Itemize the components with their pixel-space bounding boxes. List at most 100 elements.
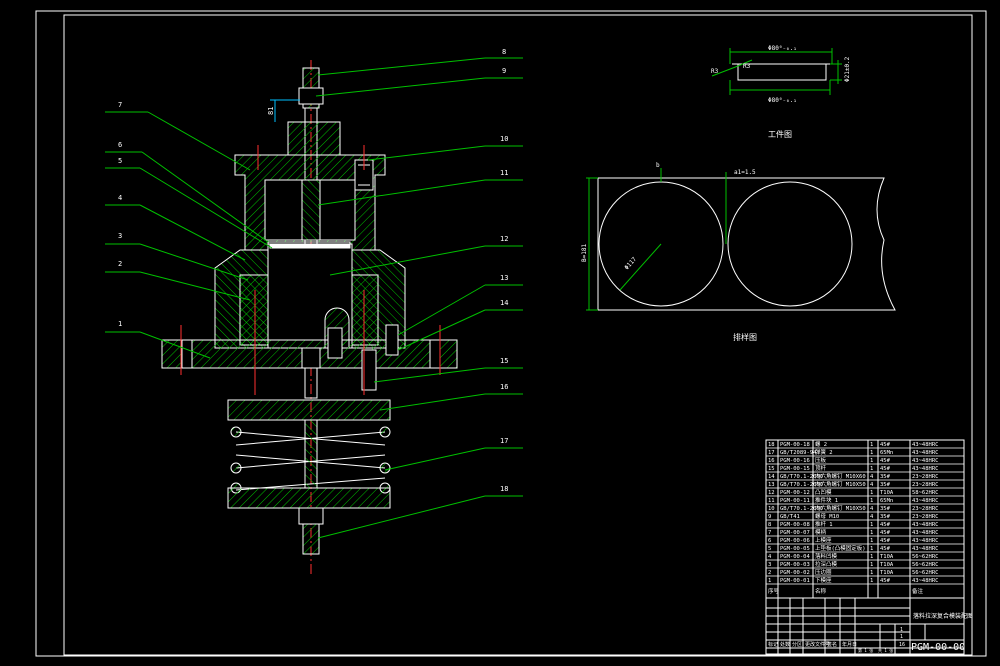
- bom-cell: 7: [768, 530, 771, 536]
- bom-cell: 10: [768, 506, 775, 512]
- bom-cell: 1: [870, 538, 873, 544]
- bom-cell: 43~48HRC: [912, 442, 939, 448]
- dim-81-text: 81: [267, 107, 275, 115]
- callout-4: 4: [118, 194, 122, 202]
- bom-cell: 43~48HRC: [912, 578, 939, 584]
- bom-header-cell: 名称: [815, 587, 827, 595]
- bom-cell: 1: [870, 570, 873, 576]
- bom-cell: 15: [768, 466, 775, 472]
- bom-cell: T10A: [880, 562, 894, 568]
- bom-cell: PGM-00-03: [780, 562, 810, 568]
- tb-label-1: 标记: [768, 641, 778, 648]
- bom-cell: 1: [870, 578, 873, 584]
- bom-cell: 压边圈: [815, 568, 832, 576]
- callout-2: 2: [118, 260, 122, 268]
- bom-cell: 螺 2: [815, 440, 827, 448]
- callout-14: 14: [500, 299, 508, 307]
- bom-cell: 1: [870, 466, 873, 472]
- bom-cell: 4: [870, 506, 874, 512]
- bom-cell: 45#: [880, 442, 891, 448]
- bom-cell: 落料凹模: [815, 552, 838, 560]
- bom-cell: PGM-00-18: [780, 442, 810, 448]
- bom-cell: 凸凹模: [815, 488, 832, 496]
- bom-cell: T10A: [880, 490, 894, 496]
- bom-cell: 35#: [880, 506, 891, 512]
- callout-18: 18: [500, 485, 508, 493]
- callout-3: 3: [118, 232, 122, 240]
- bom-cell: 1: [768, 578, 771, 584]
- title-block-title: 落料拉深复合模装配图: [913, 612, 973, 620]
- bom-cell: PGM-00-11: [780, 498, 810, 504]
- bom-cell: 43~48HRC: [912, 498, 939, 504]
- bom-cell: GB/T41: [780, 514, 800, 520]
- bom-cell: 18: [768, 442, 775, 448]
- bom-cell: 56~62HRC: [912, 554, 939, 560]
- bom-cell: 8: [768, 522, 771, 528]
- bom-cell: 45#: [880, 522, 891, 528]
- wp-dim-bot: Φ80⁰₋₀.₁: [768, 97, 797, 104]
- strip-dim-gap: a1=1.5: [734, 169, 756, 176]
- bom-cell: 16: [768, 458, 775, 464]
- bom-cell: 35#: [880, 514, 891, 520]
- bom-cell: 拉深凸模: [815, 560, 838, 568]
- bom-cell: 45#: [880, 530, 891, 536]
- title-block-scale: 1: [900, 627, 903, 633]
- bom-cell: 23~28HRC: [912, 506, 939, 512]
- outer-border: [35, 10, 987, 657]
- tb-label-3: 分区: [792, 641, 802, 648]
- bom-cell: 43~48HRC: [912, 530, 939, 536]
- bom-cell: PGM-00-04: [780, 554, 810, 560]
- bom-cell: 1: [870, 546, 873, 552]
- tb-label-5: 签名: [827, 641, 837, 648]
- bom-cell: 内六角螺钉 M10X50: [815, 480, 866, 488]
- bom-cell: 65Mn: [880, 498, 893, 504]
- bom-cell: 43~48HRC: [912, 522, 939, 528]
- bom-cell: 1: [870, 498, 873, 504]
- bom-cell: 43~48HRC: [912, 450, 939, 456]
- bom-cell: 23~28HRC: [912, 482, 939, 488]
- bom-cell: 1: [870, 490, 873, 496]
- tb-label-6: 年月日: [842, 641, 857, 648]
- bom-cell: 4: [768, 554, 772, 560]
- bom-cell: 58~62HRC: [912, 490, 939, 496]
- bom-cell: PGM-00-02: [780, 570, 810, 576]
- bom-rows: 18 PGM-00-18 螺 2 1 45# 43~48HRC17 GB/T2089-94弹…: [766, 440, 964, 595]
- strip-dim-w: B=181: [581, 244, 588, 262]
- bom-cell: 43~48HRC: [912, 546, 939, 552]
- bom-cell: 45#: [880, 546, 891, 552]
- bom-cell: 内六角螺钉 M10X50: [815, 504, 866, 512]
- callout-15: 15: [500, 357, 508, 365]
- bom-cell: 43~48HRC: [912, 538, 939, 544]
- tb-footer-2: 共 1 张: [878, 647, 893, 653]
- bom-cell: 14: [768, 474, 775, 480]
- callout-10: 10: [500, 135, 508, 143]
- bom-cell: 4: [870, 482, 874, 488]
- bom-cell: 45#: [880, 458, 891, 464]
- bom-cell: PGM-00-12: [780, 490, 810, 496]
- bom-cell: T10A: [880, 570, 894, 576]
- bom-cell: 43~48HRC: [912, 458, 939, 464]
- bom-cell: 上垫板(凸模固定板): [815, 544, 866, 552]
- callout-17: 17: [500, 437, 508, 445]
- bom-cell: 9: [768, 514, 771, 520]
- bom-cell: 56~62HRC: [912, 570, 939, 576]
- callout-7: 7: [118, 101, 122, 109]
- bom-cell: 65Mn: [880, 450, 893, 456]
- bom-cell: PGM-00-16: [780, 458, 810, 464]
- bom-cell: 45#: [880, 466, 891, 472]
- callout-11: 11: [500, 169, 508, 177]
- bom-cell: 1: [870, 530, 873, 536]
- bom-cell: 弹簧 2: [815, 448, 833, 456]
- workpiece-view: [711, 48, 842, 95]
- callout-6: 6: [118, 141, 122, 149]
- bom-cell: 1: [870, 522, 873, 528]
- bom-cell: PGM-00-01: [780, 578, 810, 584]
- title-block-count: 16: [899, 642, 905, 648]
- bom-cell: 6: [768, 538, 771, 544]
- bom-cell: 1: [870, 458, 873, 464]
- bom-cell: 5: [768, 546, 771, 552]
- bom-cell: PGM-00-15: [780, 466, 810, 472]
- callout-1: 1: [118, 320, 122, 328]
- strip-label: 排样图: [733, 332, 757, 342]
- bom-cell: 压板: [815, 456, 827, 464]
